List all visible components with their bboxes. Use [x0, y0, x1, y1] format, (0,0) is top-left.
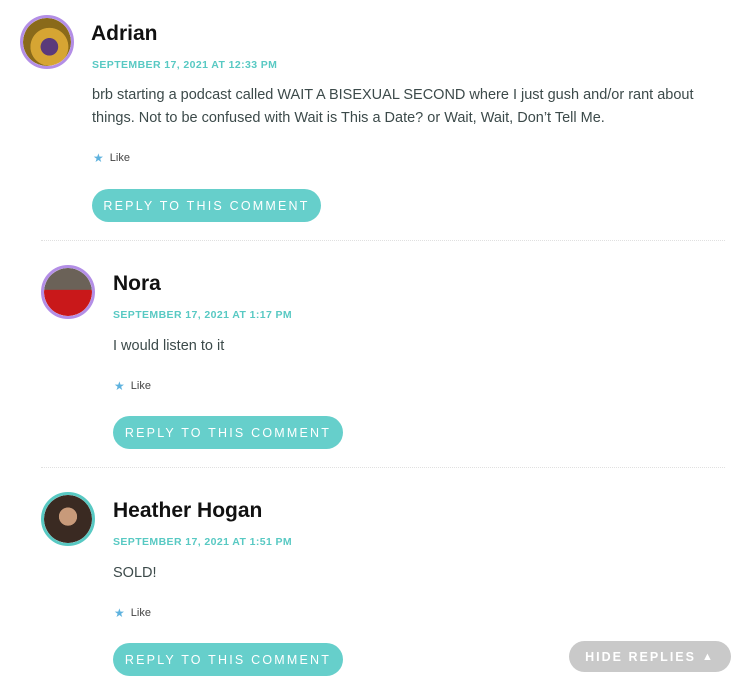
avatar-image	[44, 495, 92, 543]
comment-author[interactable]: Nora	[113, 272, 161, 296]
hide-replies-button[interactable]: HIDE REPLIES ▲	[569, 641, 731, 672]
comment-date[interactable]: SEPTEMBER 17, 2021 AT 1:51 PM	[113, 536, 292, 548]
like-label: Like	[109, 152, 130, 164]
star-icon: ★	[114, 606, 125, 620]
triangle-up-icon: ▲	[701, 650, 715, 663]
avatar-image	[23, 18, 71, 66]
comment-author[interactable]: Adrian	[91, 22, 158, 46]
avatar[interactable]	[41, 265, 95, 319]
like-label: Like	[130, 380, 151, 392]
comment-divider	[41, 240, 725, 241]
comment-text: SOLD!	[113, 565, 157, 581]
like-button[interactable]: ★ Like	[93, 151, 130, 165]
like-button[interactable]: ★ Like	[114, 379, 151, 393]
star-icon: ★	[114, 379, 125, 393]
avatar[interactable]	[20, 15, 74, 69]
star-icon: ★	[93, 151, 104, 165]
like-button[interactable]: ★ Like	[114, 606, 151, 620]
like-label: Like	[130, 607, 151, 619]
hide-replies-label: HIDE REPLIES	[585, 649, 696, 664]
avatar[interactable]	[41, 492, 95, 546]
comment-date[interactable]: SEPTEMBER 17, 2021 AT 1:17 PM	[113, 309, 292, 321]
reply-button[interactable]: REPLY TO THIS COMMENT	[113, 416, 343, 449]
reply-button[interactable]: REPLY TO THIS COMMENT	[113, 643, 343, 676]
comment-date[interactable]: SEPTEMBER 17, 2021 AT 12:33 PM	[92, 59, 277, 71]
comment-author[interactable]: Heather Hogan	[113, 499, 262, 523]
reply-button[interactable]: REPLY TO THIS COMMENT	[92, 189, 321, 222]
comment-divider	[41, 467, 725, 468]
comment-text: I would listen to it	[113, 338, 225, 354]
comment-text: brb starting a podcast called WAIT A BIS…	[92, 87, 694, 126]
avatar-image	[44, 268, 92, 316]
